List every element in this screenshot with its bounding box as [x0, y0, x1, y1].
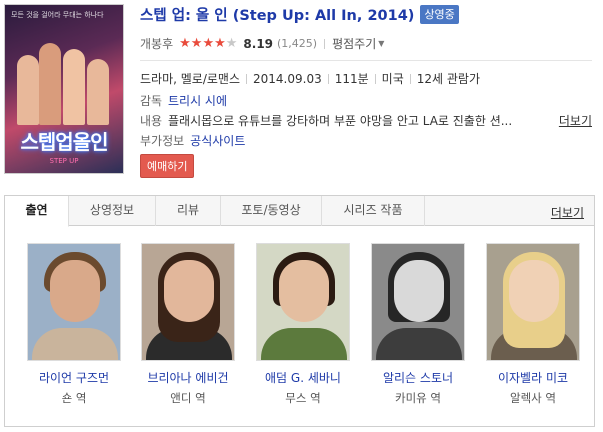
director-label: 감독: [140, 94, 163, 108]
runtime: 111분: [334, 72, 369, 86]
portrait-body: [261, 328, 347, 360]
star-icon: ★: [214, 36, 226, 51]
rating-label: 개봉후: [140, 37, 174, 51]
portrait-face: [50, 260, 100, 322]
portrait-face: [164, 260, 214, 322]
status-badge: 상영중: [420, 4, 459, 24]
rating-count: (1,425): [277, 37, 318, 50]
book-button[interactable]: 예매하기: [140, 154, 195, 178]
cast-name[interactable]: 알리슨 스토너: [368, 369, 468, 386]
release-date: 2014.09.03: [253, 71, 322, 86]
cast-item[interactable]: 알리슨 스토너 카미유 역: [368, 243, 468, 406]
poster-dancers: [15, 35, 113, 125]
cast-role: 알렉사 역: [510, 391, 556, 405]
cast-name[interactable]: 라이언 구즈먼: [24, 369, 124, 386]
star-icon: ★: [225, 36, 238, 51]
section-divider: [140, 60, 592, 61]
portrait-body: [32, 328, 118, 360]
chevron-down-icon[interactable]: ▼: [378, 39, 384, 48]
tab-cast[interactable]: 출연: [5, 196, 69, 227]
cast-list: 라이언 구즈먼 숀 역 브리아나 에비건 앤디 역 애덤 G. 세바니 무스 역: [5, 243, 594, 413]
portrait-face: [279, 260, 329, 322]
cast-name[interactable]: 이자벨라 미코: [483, 369, 583, 386]
cast-photo[interactable]: [256, 243, 350, 361]
cast-photo[interactable]: [486, 243, 580, 361]
rate-link[interactable]: 평점주기: [332, 35, 376, 52]
director-row: 감독 트리시 시에: [140, 92, 227, 109]
cast-photo[interactable]: [371, 243, 465, 361]
extra-info-label: 부가정보: [140, 134, 185, 148]
cast-role: 앤디 역: [170, 391, 206, 405]
age-rating: 12세 관람가: [416, 72, 481, 86]
cast-more-link[interactable]: 더보기: [551, 204, 584, 221]
rating-score: 8.19: [243, 36, 274, 51]
star-rating: ★ ★ ★ ★ ★: [179, 37, 237, 50]
cast-role: 무스 역: [285, 391, 321, 405]
poster-title: 스텝업올인: [20, 130, 109, 154]
portrait-face: [509, 260, 559, 322]
genre: 드라마, 멜로/로맨스: [140, 72, 240, 86]
poster-subtitle: STEP UP: [49, 157, 79, 165]
cast-item[interactable]: 브리아나 에비건 앤디 역: [138, 243, 238, 406]
divider: [246, 73, 247, 84]
star-icon: ★: [190, 36, 203, 51]
cast-role: 숀 역: [61, 391, 87, 405]
cast-name[interactable]: 애덤 G. 세바니: [253, 369, 353, 386]
movie-poster[interactable]: 모든 것을 걸어라 무대는 하나다 스텝업올인 STEP UP: [4, 4, 124, 174]
cast-panel: 출연 상영정보 리뷰 포토/동영상 시리즈 작품 더보기 라이언 구즈먼 숀 역…: [4, 195, 595, 427]
cast-item[interactable]: 이자벨라 미코 알렉사 역: [483, 243, 583, 406]
meta-row: 드라마, 멜로/로맨스 2014.09.03 111분 미국 12세 관람가: [140, 70, 480, 87]
rating-row: 개봉후 ★ ★ ★ ★ ★ 8.19 (1,425) 평점주기 ▼: [140, 35, 384, 52]
star-icon: ★: [202, 36, 215, 51]
title-row: 스텝 업: 올 인 (Step Up: All In, 2014) 상영중: [140, 4, 459, 24]
tab-series[interactable]: 시리즈 작품: [322, 196, 425, 226]
synopsis-text: 플래시몹으로 유튜브를 강타하며 부푼 야망을 안고 LA로 진출한 션...: [168, 114, 513, 128]
extra-info-row: 부가정보 공식사이트: [140, 132, 245, 149]
portrait-face: [394, 260, 444, 322]
synopsis-row: 내용 플래시몹으로 유튜브를 강타하며 부푼 야망을 안고 LA로 진출한 션.…: [140, 112, 592, 129]
star-icon: ★: [179, 36, 191, 51]
cast-photo[interactable]: [141, 243, 235, 361]
divider: [409, 73, 411, 84]
tab-photos-videos[interactable]: 포토/동영상: [221, 196, 322, 226]
tab-reviews[interactable]: 리뷰: [156, 196, 221, 226]
portrait-body: [376, 328, 462, 360]
official-site-link[interactable]: 공식사이트: [190, 132, 245, 149]
movie-title[interactable]: 스텝 업: 올 인 (Step Up: All In, 2014): [140, 4, 414, 25]
tab-bar: 출연 상영정보 리뷰 포토/동영상 시리즈 작품: [5, 196, 594, 227]
country: 미국: [381, 72, 404, 86]
cast-role: 카미유 역: [395, 391, 441, 405]
divider: [324, 38, 326, 49]
cast-photo[interactable]: [27, 243, 121, 361]
cast-item[interactable]: 라이언 구즈먼 숀 역: [24, 243, 124, 406]
cast-name[interactable]: 브리아나 에비건: [138, 369, 238, 386]
cast-item[interactable]: 애덤 G. 세바니 무스 역: [253, 243, 353, 406]
divider: [327, 73, 329, 84]
poster-tagline: 모든 것을 걸어라 무대는 하나다: [11, 11, 104, 19]
synopsis-label: 내용: [140, 114, 163, 128]
synopsis-more-link[interactable]: 더보기: [559, 112, 592, 129]
director-link[interactable]: 트리시 시에: [168, 92, 227, 109]
tab-showtimes[interactable]: 상영정보: [69, 196, 156, 226]
divider: [374, 73, 376, 84]
